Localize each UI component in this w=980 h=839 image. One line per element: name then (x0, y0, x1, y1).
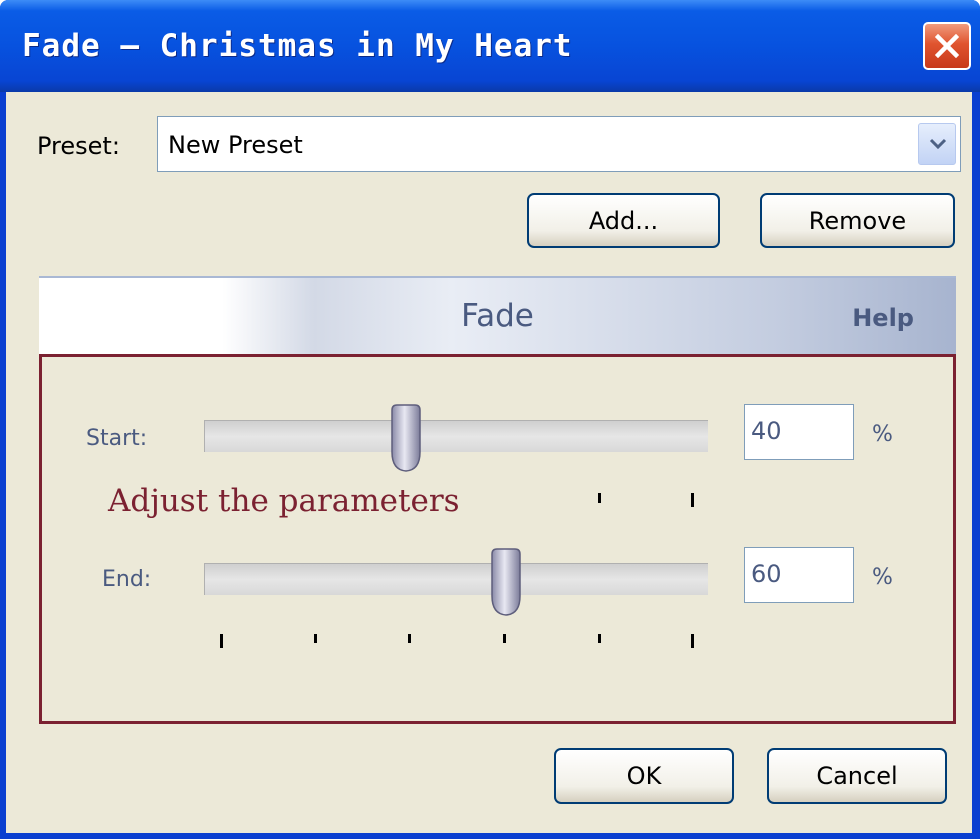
end-tick (220, 634, 223, 648)
start-unit: % (872, 422, 893, 447)
end-slider-thumb[interactable] (488, 548, 524, 616)
end-tick (503, 634, 506, 643)
effect-panel-title: Fade (461, 298, 534, 334)
end-tick (408, 634, 411, 643)
close-x-icon (935, 34, 959, 58)
start-slider-track[interactable] (204, 420, 708, 452)
title-bar[interactable]: Fade – Christmas in My Heart (0, 0, 980, 92)
end-label: End: (102, 567, 152, 592)
preset-select[interactable]: New Preset (157, 116, 961, 172)
end-slider-track[interactable] (204, 563, 708, 595)
start-value-input[interactable]: 40 (744, 404, 854, 460)
preset-select-value: New Preset (168, 131, 303, 159)
end-unit: % (872, 565, 893, 590)
end-tick (598, 634, 601, 643)
ok-button[interactable]: OK (554, 748, 734, 804)
start-tick (691, 493, 694, 507)
slider-thumb-icon (391, 404, 421, 472)
start-slider-thumb[interactable] (388, 404, 424, 472)
slider-thumb-icon (491, 548, 521, 616)
help-link[interactable]: Help (852, 304, 914, 332)
remove-preset-button[interactable]: Remove (760, 193, 955, 248)
annotation-text: Adjust the parameters (108, 483, 460, 519)
add-preset-button[interactable]: Add... (527, 193, 720, 248)
end-value-input[interactable]: 60 (744, 547, 854, 603)
window-title: Fade – Christmas in My Heart (22, 28, 573, 64)
effect-panel-header: Fade Help (39, 276, 956, 354)
close-button[interactable] (923, 22, 971, 70)
preset-label: Preset: (37, 132, 120, 160)
dialog-body: Preset: New Preset Add... Remove Fade He… (6, 92, 972, 833)
chevron-down-icon (929, 138, 947, 150)
parameters-panel: Start: 40 % Adjust the parameters End: 6… (39, 354, 956, 724)
cancel-button[interactable]: Cancel (767, 748, 947, 804)
preset-dropdown-button[interactable] (918, 123, 956, 165)
start-tick (598, 493, 601, 503)
start-label: Start: (86, 426, 148, 451)
dialog-window: Fade – Christmas in My Heart Preset: New… (0, 0, 980, 839)
end-tick (691, 634, 694, 648)
end-tick (314, 634, 317, 643)
